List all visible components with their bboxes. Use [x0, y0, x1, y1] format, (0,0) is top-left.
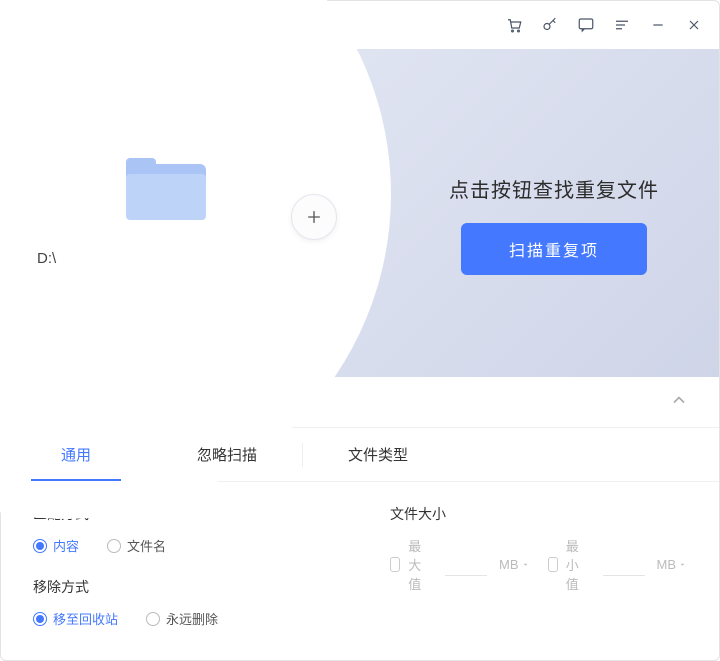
- folder-icon[interactable]: [126, 158, 206, 220]
- max-label: 最大值: [408, 536, 433, 593]
- min-unit-select[interactable]: MB: [657, 557, 688, 572]
- add-folder-button[interactable]: [291, 194, 337, 240]
- menu-icon[interactable]: [613, 16, 631, 34]
- chevron-down-icon: [521, 560, 530, 569]
- max-input[interactable]: [445, 554, 487, 576]
- radio-label: 永远删除: [166, 609, 218, 628]
- close-icon[interactable]: [685, 16, 703, 34]
- radio-remove-recycle[interactable]: 移至回收站: [33, 609, 118, 628]
- cart-icon[interactable]: [505, 16, 523, 34]
- max-unit-select[interactable]: MB: [499, 557, 530, 572]
- radio-label: 内容: [53, 536, 79, 555]
- remove-mode-title: 移除方式: [33, 577, 330, 597]
- radio-icon: [146, 612, 160, 626]
- filesize-title: 文件大小: [390, 504, 687, 524]
- min-label: 最小值: [566, 536, 591, 593]
- radio-match-filename[interactable]: 文件名: [107, 536, 166, 555]
- chevron-down-icon: [678, 560, 687, 569]
- radio-remove-permanent[interactable]: 永远删除: [146, 609, 218, 628]
- radio-icon: [107, 539, 121, 553]
- radio-match-content[interactable]: 内容: [33, 536, 79, 555]
- scan-button[interactable]: 扫描重复项: [461, 223, 647, 275]
- radio-label: 移至回收站: [53, 609, 118, 628]
- tab-general[interactable]: 通用: [1, 428, 151, 481]
- checkbox-max[interactable]: [390, 557, 400, 572]
- tab-ignore-scan[interactable]: 忽略扫描: [152, 428, 302, 481]
- radio-icon: [33, 612, 47, 626]
- min-input[interactable]: [603, 554, 645, 576]
- minimize-icon[interactable]: [649, 16, 667, 34]
- tab-file-type[interactable]: 文件类型: [303, 428, 453, 481]
- hero-tagline: 点击按钮查找重复文件: [449, 174, 659, 203]
- radio-label: 文件名: [127, 536, 166, 555]
- chevron-up-icon[interactable]: [669, 390, 689, 415]
- drive-path: D:\: [37, 250, 56, 267]
- feedback-icon[interactable]: [577, 16, 595, 34]
- radio-icon: [33, 539, 47, 553]
- key-icon[interactable]: [541, 16, 559, 34]
- checkbox-min[interactable]: [548, 557, 558, 572]
